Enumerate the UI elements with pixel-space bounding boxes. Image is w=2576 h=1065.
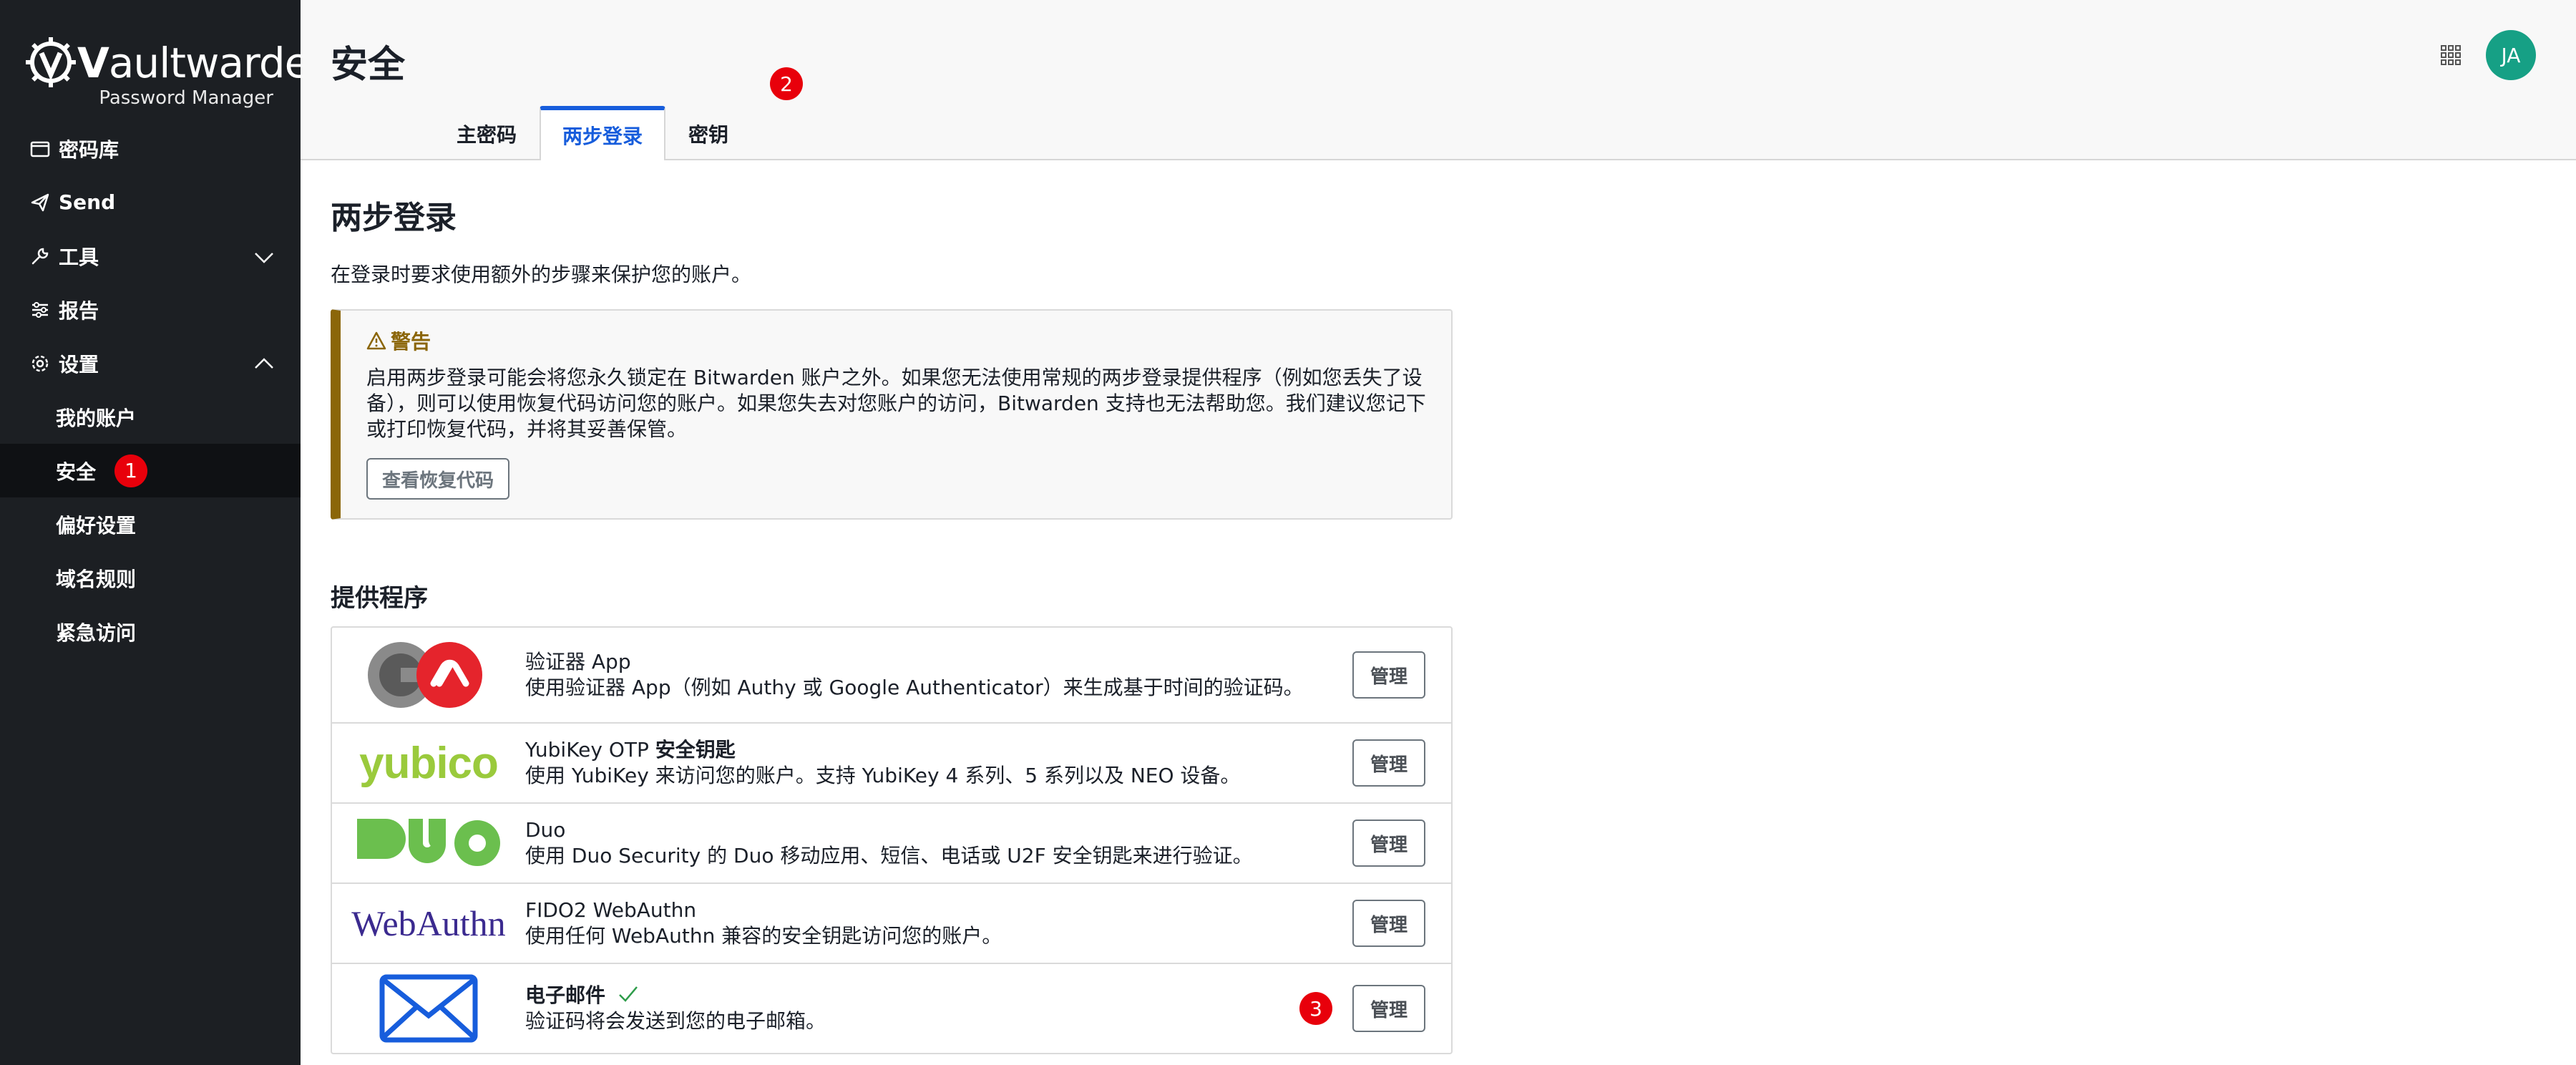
view-recovery-code-button[interactable]: 查看恢复代码 bbox=[366, 458, 510, 500]
sidebar-item-label: 偏好设置 bbox=[56, 513, 137, 538]
provider-row-email: 电子邮件 验证码将会发送到您的电子邮箱。 3 管理 bbox=[332, 964, 1451, 1053]
provider-row-duo: Duo 使用 Duo Security 的 Duo 移动应用、短信、电话或 U2… bbox=[332, 804, 1451, 884]
sidebar-item-label: 域名规则 bbox=[56, 567, 137, 591]
manage-yubikey-button[interactable]: 管理 bbox=[1352, 739, 1425, 787]
provider-name: FIDO2 WebAuthn bbox=[525, 898, 697, 922]
authenticator-logo bbox=[332, 639, 525, 711]
sidebar-item-vault[interactable]: 密码库 bbox=[0, 122, 301, 175]
yubico-logo: yubico bbox=[359, 738, 499, 788]
product-switcher-icon[interactable] bbox=[2440, 44, 2462, 66]
step-badge: 2 bbox=[770, 67, 803, 100]
sidebar-item-security[interactable]: 安全 1 bbox=[0, 444, 301, 497]
provider-name: 验证器 App bbox=[525, 650, 631, 673]
sidebar-item-label: 设置 bbox=[59, 352, 99, 376]
sidebar: Vaultwarden Password Manager 密码库 Send 工具 bbox=[0, 0, 336, 1065]
page-header: 安全 JA 2 主密码 两步登录 密钥 bbox=[301, 0, 2576, 160]
step-badge: 3 bbox=[1299, 992, 1332, 1025]
send-icon bbox=[29, 191, 52, 214]
brand-subtitle: Password Manager bbox=[99, 87, 273, 109]
sidebar-item-emergency-access[interactable]: 紧急访问 bbox=[0, 605, 301, 658]
sidebar-item-reports[interactable]: 报告 bbox=[0, 283, 301, 336]
sidebar-item-label: 紧急访问 bbox=[56, 621, 137, 645]
sidebar-item-label: Send bbox=[59, 190, 116, 214]
step-badge: 1 bbox=[114, 454, 148, 487]
enabled-check-icon bbox=[619, 986, 638, 1002]
provider-name: YubiKey OTP 安全钥匙 bbox=[525, 738, 736, 762]
providers-title: 提供程序 bbox=[331, 584, 428, 613]
warning-triangle-icon bbox=[366, 331, 386, 350]
provider-description: 使用任何 WebAuthn 兼容的安全钥匙访问您的账户。 bbox=[525, 924, 1002, 948]
tab-master-password[interactable]: 主密码 bbox=[434, 106, 540, 160]
email-logo bbox=[332, 974, 525, 1043]
manage-duo-button[interactable]: 管理 bbox=[1352, 820, 1425, 867]
sidebar-item-label: 我的账户 bbox=[56, 406, 137, 430]
provider-text: YubiKey OTP 安全钥匙 使用 YubiKey 来访问您的账户。支持 Y… bbox=[525, 737, 1451, 789]
tab-bar: 主密码 两步登录 密钥 bbox=[434, 106, 751, 160]
provider-description: 使用 YubiKey 来访问您的账户。支持 YubiKey 4 系列、5 系列以… bbox=[525, 764, 1241, 787]
warning-text: 启用两步登录可能会将您永久锁定在 Bitwarden 账户之外。如果您无法使用常… bbox=[366, 366, 1426, 441]
sidebar-nav: 密码库 Send 工具 报告 设置 我的账户 安全 1 偏好设置 域名规则 紧急… bbox=[0, 122, 301, 658]
sidebar-item-domain-rules[interactable]: 域名规则 bbox=[0, 551, 301, 605]
warning-title: 警告 bbox=[366, 326, 1425, 355]
warning-callout: 警告 启用两步登录可能会将您永久锁定在 Bitwarden 账户之外。如果您无法… bbox=[331, 309, 1453, 520]
section-description: 在登录时要求使用额外的步骤来保护您的账户。 bbox=[331, 263, 752, 286]
provider-row-yubikey: yubico YubiKey OTP 安全钥匙 使用 YubiKey 来访问您的… bbox=[332, 724, 1451, 804]
vault-icon bbox=[29, 137, 52, 160]
provider-row-authenticator: 验证器 App 使用验证器 App（例如 Authy 或 Google Auth… bbox=[332, 628, 1451, 724]
two-step-content: 两步登录 在登录时要求使用额外的步骤来保护您的账户。 警告 启用两步登录可能会将… bbox=[331, 160, 1755, 1054]
sidebar-item-label: 报告 bbox=[59, 298, 99, 323]
wrench-icon bbox=[29, 245, 52, 268]
sidebar-item-my-account[interactable]: 我的账户 bbox=[0, 390, 301, 444]
vaultwarden-gear-icon bbox=[26, 37, 76, 87]
sidebar-item-preferences[interactable]: 偏好设置 bbox=[0, 497, 301, 551]
provider-text: FIDO2 WebAuthn 使用任何 WebAuthn 兼容的安全钥匙访问您的… bbox=[525, 898, 1451, 949]
section-title: 两步登录 bbox=[331, 200, 457, 236]
page-title: 安全 bbox=[331, 44, 406, 87]
manage-authenticator-button[interactable]: 管理 bbox=[1352, 651, 1425, 699]
sidebar-item-settings[interactable]: 设置 bbox=[0, 336, 301, 390]
provider-description: 使用验证器 App（例如 Authy 或 Google Authenticato… bbox=[525, 676, 1304, 699]
sidebar-item-send[interactable]: Send bbox=[0, 175, 301, 229]
duo-logo bbox=[332, 819, 525, 867]
manage-email-button[interactable]: 管理 bbox=[1352, 985, 1425, 1032]
avatar[interactable]: JA bbox=[2486, 30, 2536, 80]
provider-row-webauthn: WebAuthn FIDO2 WebAuthn 使用任何 WebAuthn 兼容… bbox=[332, 884, 1451, 964]
provider-text: Duo 使用 Duo Security 的 Duo 移动应用、短信、电话或 U2… bbox=[525, 817, 1451, 869]
chevron-down-icon[interactable] bbox=[253, 246, 275, 268]
brand-name: Vaultwarden bbox=[77, 39, 336, 87]
provider-name: Duo bbox=[525, 818, 566, 842]
tab-keys[interactable]: 密钥 bbox=[665, 106, 751, 160]
brand-logo[interactable]: Vaultwarden Password Manager bbox=[26, 36, 336, 109]
manage-webauthn-button[interactable]: 管理 bbox=[1352, 900, 1425, 947]
tab-two-step-login[interactable]: 两步登录 bbox=[540, 106, 666, 160]
sidebar-item-label: 安全 bbox=[56, 459, 97, 484]
sidebar-item-label: 工具 bbox=[59, 245, 99, 269]
providers-list: 验证器 App 使用验证器 App（例如 Authy 或 Google Auth… bbox=[331, 626, 1453, 1054]
chevron-up-icon[interactable] bbox=[253, 354, 275, 375]
provider-text: 验证器 App 使用验证器 App（例如 Authy 或 Google Auth… bbox=[525, 649, 1451, 701]
main-area: 安全 JA 2 主密码 两步登录 密钥 两步登录 在登录时要求使用额外的步骤来保… bbox=[301, 0, 2576, 1065]
sliders-icon bbox=[29, 298, 52, 321]
webauthn-logo: WebAuthn bbox=[351, 903, 506, 943]
sidebar-item-tools[interactable]: 工具 bbox=[0, 229, 301, 283]
sidebar-item-label: 密码库 bbox=[59, 137, 119, 162]
gear-icon bbox=[29, 352, 52, 375]
provider-description: 使用 Duo Security 的 Duo 移动应用、短信、电话或 U2F 安全… bbox=[525, 844, 1253, 867]
